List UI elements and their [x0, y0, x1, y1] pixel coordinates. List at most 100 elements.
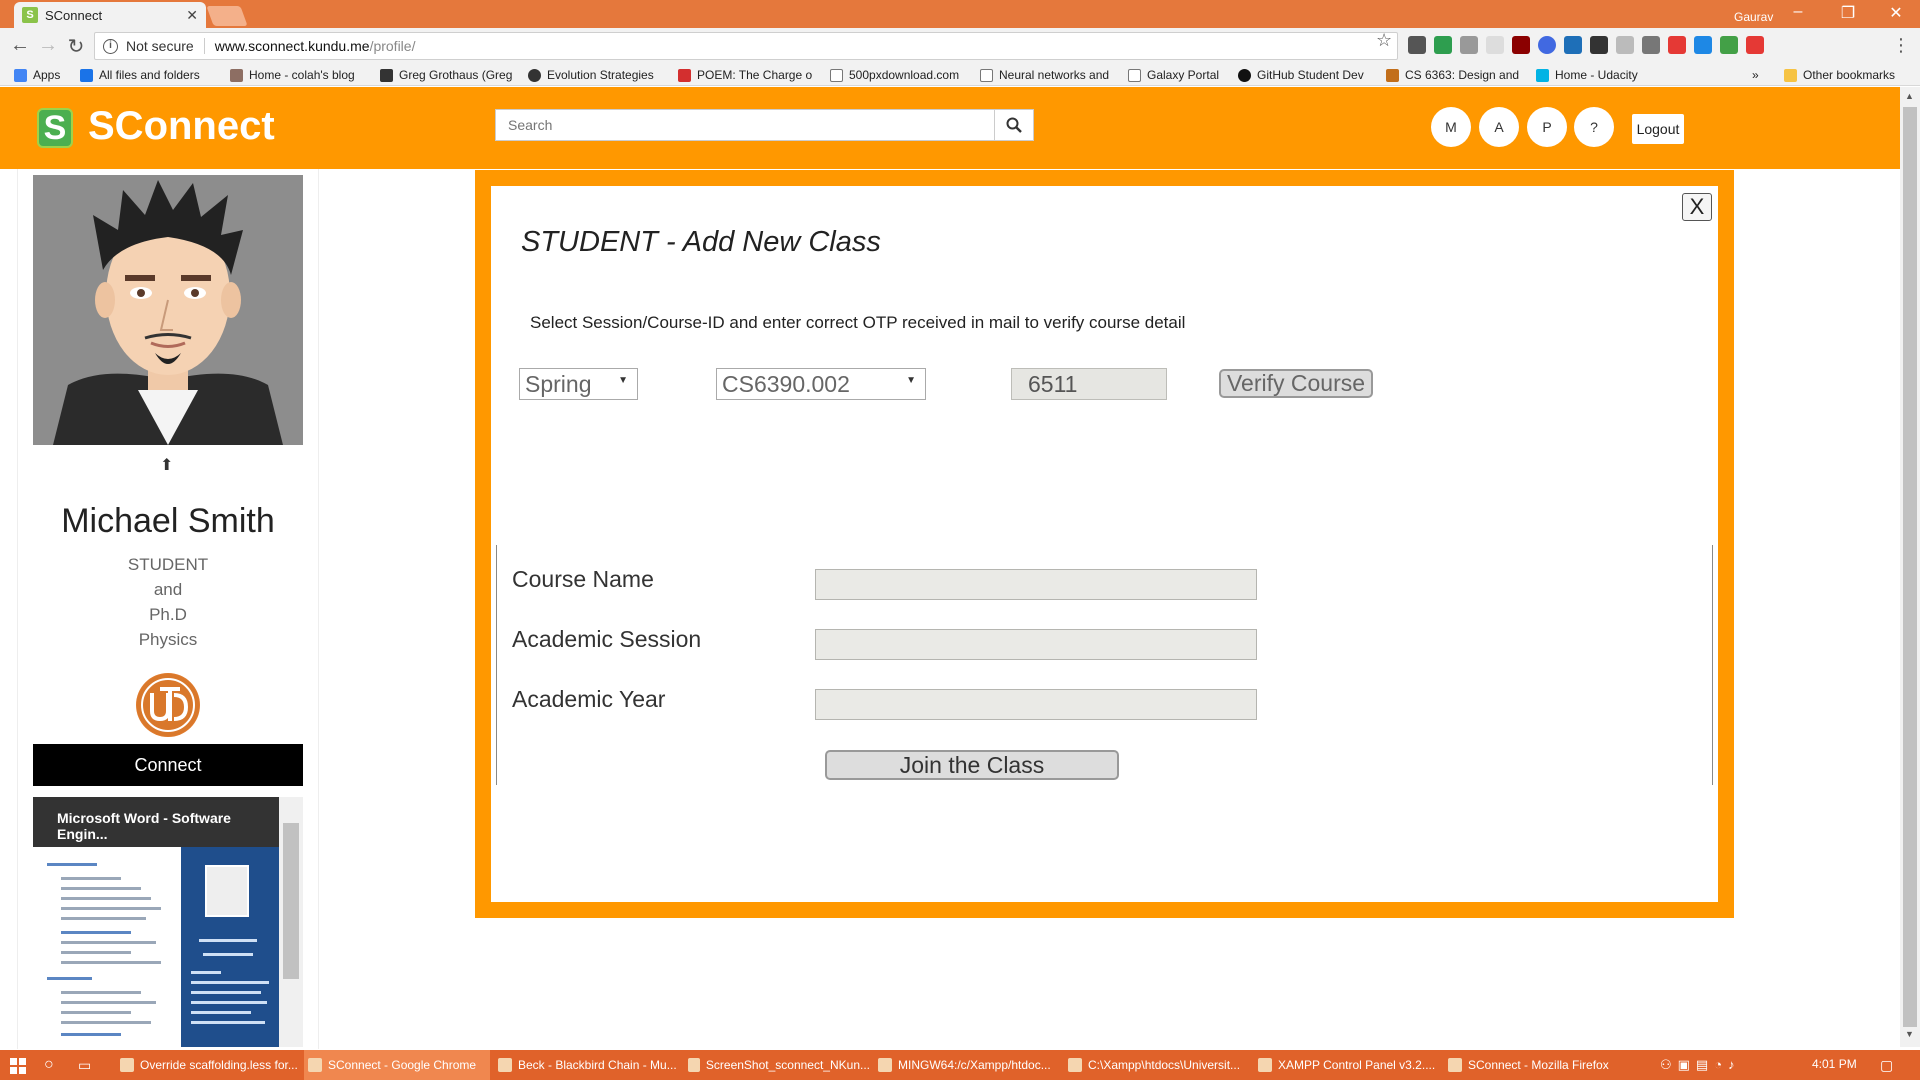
minimize-icon[interactable]: –: [1778, 3, 1818, 21]
task-view-icon[interactable]: ▭: [78, 1050, 98, 1080]
nav-button-p[interactable]: P: [1527, 107, 1567, 147]
dark-extension-icon[interactable]: [1590, 36, 1608, 54]
blue-extension-icon[interactable]: [1564, 36, 1582, 54]
green-extension-icon[interactable]: [1434, 36, 1452, 54]
xampp-icon: [1258, 1058, 1272, 1072]
browser-tab[interactable]: S SConnect ✕: [14, 2, 206, 28]
close-modal-button[interactable]: X: [1682, 193, 1712, 221]
search-input[interactable]: [495, 109, 995, 141]
course-name-label: Course Name: [512, 566, 654, 592]
bookmark-item[interactable]: Greg Grothaus (Greg: [380, 68, 512, 82]
page-icon: [830, 68, 843, 82]
resume-preview[interactable]: Microsoft Word - Software Engin...: [33, 797, 303, 1047]
grey-extension-icon[interactable]: [1460, 36, 1478, 54]
upload-icon[interactable]: ⬆: [160, 455, 173, 475]
chrome-menu-icon[interactable]: ⋮: [1892, 35, 1910, 56]
bookmark-item[interactable]: Evolution Strategies: [528, 68, 654, 82]
tab-close-icon[interactable]: ✕: [186, 7, 198, 24]
chrome-user-name[interactable]: Gaurav: [1734, 10, 1773, 24]
ublock-extension-icon[interactable]: [1512, 36, 1530, 54]
session-select[interactable]: Spring ▼: [519, 368, 638, 400]
taskbar-item[interactable]: ScreenShot_sconnect_NKun...: [684, 1050, 870, 1080]
udacity-icon: [1536, 68, 1549, 82]
scroll-down-icon[interactable]: ▼: [1905, 1029, 1914, 1039]
pen-extension-icon[interactable]: [1642, 36, 1660, 54]
taskbar-item-active[interactable]: SConnect - Google Chrome: [304, 1050, 490, 1080]
nav-button-a[interactable]: A: [1479, 107, 1519, 147]
taskbar-item[interactable]: Beck - Blackbird Chain - Mu...: [494, 1050, 680, 1080]
taskbar-clock[interactable]: 4:01 PM: [1812, 1057, 1857, 1071]
forward-icon[interactable]: →: [36, 34, 60, 57]
bookmark-item[interactable]: Neural networks and: [980, 68, 1109, 82]
info-icon[interactable]: i: [103, 38, 118, 54]
taskbar-item[interactable]: C:\Xampp\htdocs\Universit...: [1064, 1050, 1250, 1080]
cloud-extension-icon[interactable]: [1616, 36, 1634, 54]
bookmark-item[interactable]: Home - colah's blog: [230, 68, 355, 82]
mail-extension-icon[interactable]: [1746, 36, 1764, 54]
bookmark-item[interactable]: CS 6363: Design and: [1386, 68, 1519, 82]
bookmark-item[interactable]: Galaxy Portal: [1128, 68, 1219, 82]
join-class-button[interactable]: Join the Class: [825, 750, 1119, 780]
reload-icon[interactable]: ↻: [64, 34, 88, 59]
taskbar-item[interactable]: XAMPP Control Panel v3.2....: [1254, 1050, 1440, 1080]
apps-grid-icon: [14, 68, 27, 82]
red-extension-icon[interactable]: [1668, 36, 1686, 54]
sublime-icon: [1068, 1058, 1082, 1072]
bookmarks-bar: Apps All files and folders Home - colah'…: [0, 64, 1920, 86]
box-icon: [80, 68, 93, 82]
verify-course-button[interactable]: Verify Course: [1219, 369, 1373, 398]
search-button[interactable]: [994, 109, 1034, 141]
page-scroll-thumb[interactable]: [1903, 107, 1917, 1027]
taskbar-item[interactable]: Override scaffolding.less for...: [116, 1050, 302, 1080]
pocket-extension-icon[interactable]: [1408, 36, 1426, 54]
close-window-icon[interactable]: ✕: [1876, 3, 1916, 23]
brand-name[interactable]: SConnect: [88, 104, 275, 149]
block-extension-icon[interactable]: [1538, 36, 1556, 54]
address-bar[interactable]: i Not secure www.sconnect.kundu.me /prof…: [94, 32, 1398, 60]
course-id-select[interactable]: CS6390.002 ▼: [716, 368, 926, 400]
bookmark-item[interactable]: Apps: [14, 68, 60, 82]
chrome-icon: [120, 1058, 134, 1072]
cortana-icon[interactable]: ○: [44, 1050, 64, 1080]
restore-icon[interactable]: ❐: [1828, 3, 1868, 23]
nav-button-m[interactable]: M: [1431, 107, 1471, 147]
connect-button[interactable]: Connect: [33, 744, 303, 786]
back-icon[interactable]: ←: [8, 34, 32, 57]
round-extension-icon[interactable]: [1694, 36, 1712, 54]
preview-document: [33, 847, 181, 1047]
scroll-up-icon[interactable]: ▲: [1905, 91, 1914, 101]
taskbar-item[interactable]: SConnect - Mozilla Firefox: [1444, 1050, 1630, 1080]
new-tab-button[interactable]: [206, 6, 248, 26]
sconnect-logo-icon[interactable]: S: [37, 108, 73, 148]
bookmarks-overflow-icon[interactable]: »: [1752, 68, 1759, 82]
page-scrollbar[interactable]: ▲ ▼: [1900, 87, 1920, 1047]
windows-start-icon[interactable]: [10, 1058, 26, 1074]
bookmark-item[interactable]: All files and folders: [80, 68, 200, 82]
openai-icon: [528, 68, 541, 82]
course-name-field[interactable]: [815, 569, 1257, 600]
system-tray-icons[interactable]: ⚇▣▤◔♪: [1660, 1050, 1800, 1080]
preview-scroll-thumb[interactable]: [283, 823, 299, 979]
pen-icon: [678, 68, 691, 82]
not-secure-label[interactable]: Not secure: [126, 38, 205, 54]
preview-sidebar: [181, 847, 279, 1047]
logout-button[interactable]: Logout: [1632, 114, 1684, 144]
taskbar-item[interactable]: MINGW64:/c/Xampp/htdoc...: [874, 1050, 1060, 1080]
chrome-extension-icon[interactable]: [1720, 36, 1738, 54]
bookmark-star-icon[interactable]: ☆: [1376, 30, 1392, 51]
page-icon: [230, 68, 243, 82]
bookmark-item[interactable]: GitHub Student Dev: [1238, 68, 1364, 82]
light-extension-icon[interactable]: [1486, 36, 1504, 54]
bookmark-item[interactable]: Other bookmarks: [1784, 68, 1895, 82]
academic-year-label: Academic Year: [512, 686, 666, 712]
bookmark-item[interactable]: POEM: The Charge o: [678, 68, 812, 82]
bookmark-item[interactable]: 500pxdownload.com: [830, 68, 959, 82]
academic-year-field[interactable]: [815, 689, 1257, 720]
address-toolbar: ← → ↻ i Not secure www.sconnect.kundu.me…: [0, 28, 1920, 64]
help-button[interactable]: ?: [1574, 107, 1614, 147]
bookmark-item[interactable]: Home - Udacity: [1536, 68, 1638, 82]
notifications-icon[interactable]: ▢: [1880, 1050, 1900, 1080]
profile-degree: Ph.D: [149, 605, 187, 624]
otp-input[interactable]: 6511: [1011, 368, 1167, 400]
academic-session-field[interactable]: [815, 629, 1257, 660]
